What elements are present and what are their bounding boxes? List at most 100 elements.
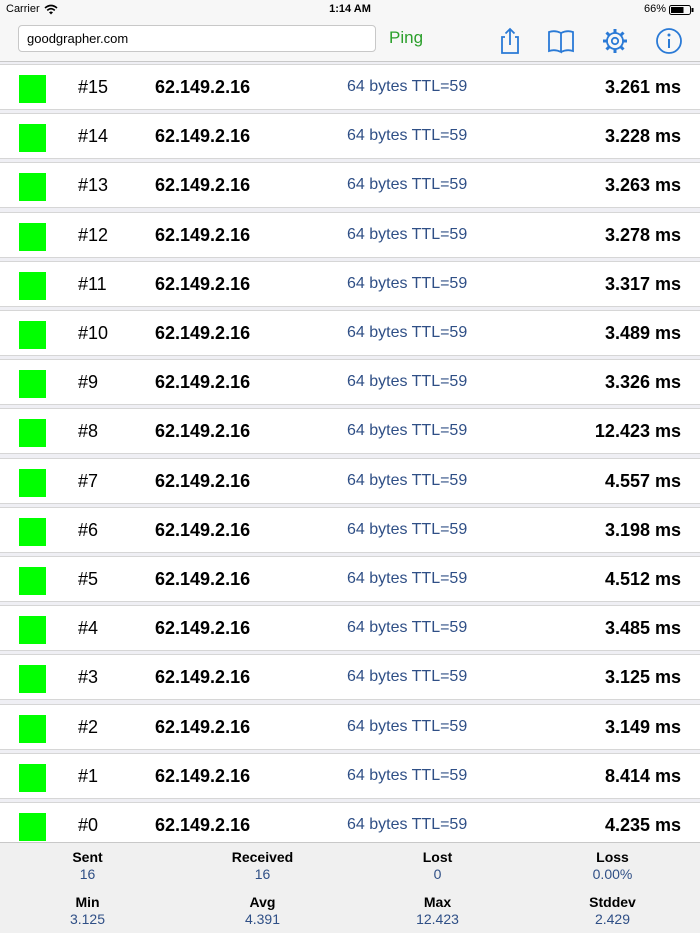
stat-sent: Sent 16 [0, 849, 175, 882]
info-icon[interactable] [654, 26, 684, 56]
sequence-number: #14 [78, 126, 109, 147]
ping-row[interactable]: #5 62.149.2.16 64 bytes TTL=59 4.512 ms [0, 556, 700, 602]
ping-row[interactable]: #11 62.149.2.16 64 bytes TTL=59 3.317 ms [0, 260, 700, 307]
round-trip-time: 4.235 ms [604, 815, 681, 835]
round-trip-time: 4.512 ms [604, 569, 681, 589]
reply-info: 64 bytes TTL=59 [347, 668, 468, 686]
ping-row[interactable]: #13 62.149.2.16 64 bytes TTL=59 3.263 ms [0, 162, 700, 209]
stat-lost: Lost 0 [350, 849, 525, 882]
reply-info: 64 bytes TTL=59 [347, 274, 468, 292]
status-indicator [19, 517, 46, 546]
stat-value: 16 [79, 866, 96, 882]
ping-row[interactable]: #14 62.149.2.16 64 bytes TTL=59 3.228 ms [0, 113, 700, 160]
reply-info: 64 bytes TTL=59 [347, 570, 468, 587]
reply-info: 64 bytes TTL=59 [347, 225, 468, 243]
stat-received: Received 16 [175, 849, 350, 882]
ip-address: 62.149.2.16 [155, 323, 251, 343]
book-icon[interactable] [546, 26, 576, 56]
ip-address: 62.149.2.16 [155, 175, 251, 196]
status-indicator [19, 75, 46, 103]
status-indicator [19, 124, 46, 153]
sequence-number: #12 [78, 224, 109, 245]
stat-value: 3.125 [69, 911, 106, 927]
gear-icon[interactable] [600, 26, 630, 56]
stat-value: 2.429 [594, 911, 631, 927]
reply-info: 64 bytes TTL=59 [347, 619, 468, 637]
ping-row[interactable]: #0 62.149.2.16 64 bytes TTL=59 4.235 ms [0, 802, 700, 842]
sequence-number: #9 [78, 372, 99, 393]
ip-address: 62.149.2.16 [155, 667, 251, 688]
status-indicator [19, 419, 46, 448]
stat-value: 4.391 [244, 911, 281, 927]
stat-label: Stddev [589, 894, 636, 910]
status-bar: Carrier 1:14 AM 66% [0, 0, 700, 20]
round-trip-time: 3.125 ms [604, 667, 681, 688]
stat-label: Max [423, 894, 452, 910]
reply-info: 64 bytes TTL=59 [347, 717, 468, 735]
ip-address: 62.149.2.16 [155, 765, 251, 786]
status-indicator [19, 222, 46, 251]
stat-min: Min 3.125 [0, 894, 175, 927]
round-trip-time: 3.149 ms [604, 716, 681, 737]
reply-info: 64 bytes TTL=59 [347, 373, 468, 391]
round-trip-time: 3.228 ms [604, 126, 681, 147]
round-trip-time: 12.423 ms [594, 421, 681, 442]
ping-row[interactable]: #12 62.149.2.16 64 bytes TTL=59 3.278 ms [0, 211, 700, 258]
round-trip-time: 3.326 ms [604, 372, 681, 393]
share-icon[interactable] [495, 26, 525, 56]
sequence-number: #4 [78, 618, 99, 639]
sequence-number: #6 [78, 519, 99, 540]
ping-results-list[interactable]: #15 62.149.2.16 64 bytes TTL=59 3.261 ms #14… [0, 62, 700, 842]
stat-avg: Avg 4.391 [175, 894, 350, 927]
app-root: Carrier 1:14 AM 66% Ping [0, 0, 700, 933]
host-input[interactable] [18, 25, 376, 52]
round-trip-time: 4.557 ms [604, 470, 681, 491]
reply-info: 64 bytes TTL=59 [347, 816, 468, 833]
stat-value: 12.423 [416, 911, 459, 927]
ip-address: 62.149.2.16 [155, 569, 251, 589]
ping-row[interactable]: #15 62.149.2.16 64 bytes TTL=59 3.261 ms [0, 64, 700, 110]
round-trip-time: 3.317 ms [604, 273, 681, 294]
round-trip-time: 3.198 ms [604, 519, 681, 540]
stat-label: Min [75, 894, 100, 910]
ping-row[interactable]: #2 62.149.2.16 64 bytes TTL=59 3.149 ms [0, 703, 700, 750]
ping-row[interactable]: #9 62.149.2.16 64 bytes TTL=59 3.326 ms [0, 359, 700, 406]
ping-button[interactable]: Ping [389, 28, 423, 48]
sequence-number: #5 [78, 569, 99, 589]
stat-label: Avg [249, 894, 276, 910]
stat-value: 16 [254, 866, 271, 882]
ip-address: 62.149.2.16 [155, 815, 251, 835]
status-indicator [19, 173, 46, 202]
reply-info: 64 bytes TTL=59 [347, 766, 468, 784]
reply-info: 64 bytes TTL=59 [347, 422, 468, 440]
sequence-number: #8 [78, 421, 99, 442]
status-indicator [19, 665, 46, 694]
reply-info: 64 bytes TTL=59 [347, 520, 468, 538]
round-trip-time: 3.278 ms [604, 224, 681, 245]
stat-max: Max 12.423 [350, 894, 525, 927]
round-trip-time: 3.489 ms [604, 323, 681, 343]
clock-label: 1:14 AM [329, 3, 371, 15]
sequence-number: #15 [78, 77, 109, 97]
ping-row[interactable]: #6 62.149.2.16 64 bytes TTL=59 3.198 ms [0, 506, 700, 553]
statistics-panel: Sent 16 Received 16 Lost 0 Loss 0.00% Mi… [0, 842, 700, 933]
status-indicator [19, 763, 46, 792]
status-indicator [19, 370, 46, 399]
ip-address: 62.149.2.16 [155, 470, 251, 491]
ping-row[interactable]: #7 62.149.2.16 64 bytes TTL=59 4.557 ms [0, 457, 700, 504]
ping-row[interactable]: #4 62.149.2.16 64 bytes TTL=59 3.485 ms [0, 605, 700, 652]
ping-row[interactable]: #10 62.149.2.16 64 bytes TTL=59 3.489 ms [0, 310, 700, 356]
ping-row[interactable]: #1 62.149.2.16 64 bytes TTL=59 8.414 ms [0, 752, 700, 799]
status-indicator [19, 321, 46, 349]
ping-row[interactable]: #8 62.149.2.16 64 bytes TTL=59 12.423 ms [0, 408, 700, 455]
ping-row[interactable]: #3 62.149.2.16 64 bytes TTL=59 3.125 ms [0, 654, 700, 701]
sequence-number: #3 [78, 667, 99, 688]
sequence-number: #1 [78, 765, 99, 786]
ip-address: 62.149.2.16 [155, 618, 251, 639]
stat-value: 0.00% [592, 866, 633, 882]
stat-stddev: Stddev 2.429 [525, 894, 700, 927]
stat-loss: Loss 0.00% [525, 849, 700, 882]
ip-address: 62.149.2.16 [155, 519, 251, 540]
battery-icon [669, 5, 694, 15]
reply-info: 64 bytes TTL=59 [347, 176, 468, 194]
